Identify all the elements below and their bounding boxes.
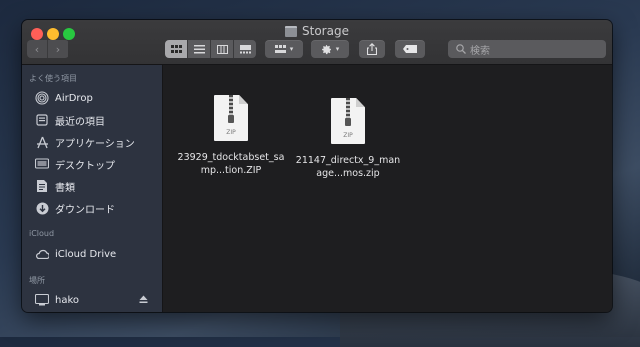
file-name: 21147_directx_9_manage...mos.zip: [295, 155, 401, 179]
nav-buttons: ‹ ›: [27, 40, 69, 58]
forward-button[interactable]: ›: [48, 40, 68, 58]
applications-icon: [35, 135, 49, 149]
sidebar-item-label: アプリケーション: [55, 138, 135, 150]
sidebar-item-hako[interactable]: hako: [35, 291, 160, 309]
sidebar: よく使う項目 AirDrop 最近の項目 アプリケーション デスクトップ 書類 …: [22, 65, 163, 312]
cloud-icon: [35, 247, 49, 261]
sidebar-item-label: hako: [55, 294, 80, 306]
file-ext-label: ZIP: [343, 132, 353, 139]
sidebar-item-label: 最近の項目: [55, 116, 105, 128]
sidebar-item-label: 書類: [55, 182, 75, 194]
chevron-down-icon: ▾: [289, 45, 294, 53]
group-icon: [274, 44, 286, 53]
recents-icon: [35, 113, 49, 127]
file-browser: ZIP 23929_tdocktabset_samp...tion.ZIP ZI…: [163, 65, 612, 312]
sidebar-item-airdrop[interactable]: AirDrop: [35, 89, 160, 107]
downloads-icon: [35, 201, 49, 215]
drive-icon: [285, 25, 298, 37]
gallery-view-button[interactable]: [234, 40, 256, 58]
sidebar-item-documents[interactable]: 書類: [35, 177, 160, 195]
gallery-view-icon: [239, 44, 251, 53]
search-input[interactable]: 検索: [448, 40, 606, 58]
column-view-icon: [216, 44, 228, 54]
file-name: 23929_tdocktabset_samp...tion.ZIP: [177, 152, 285, 176]
search-icon: [456, 44, 466, 54]
share-button[interactable]: [359, 40, 385, 58]
disk-icon: [35, 293, 49, 307]
search-placeholder: 検索: [470, 45, 490, 57]
action-button[interactable]: ▾: [311, 40, 349, 58]
sidebar-item-label: ダウンロード: [55, 204, 115, 216]
documents-icon: [35, 179, 49, 193]
view-mode-control: [165, 40, 256, 58]
zip-file-icon: ZIP: [214, 95, 248, 141]
group-by-button[interactable]: ▾: [265, 40, 303, 58]
icloud-header: iCloud: [29, 229, 55, 238]
icon-view-icon: [170, 44, 182, 53]
zip-file-icon: ZIP: [331, 98, 365, 144]
sidebar-item-icloud-drive[interactable]: iCloud Drive: [35, 245, 160, 263]
sidebar-item-label: デスクトップ: [55, 160, 115, 172]
tags-button[interactable]: [395, 40, 425, 58]
gear-icon: [321, 44, 331, 54]
sidebar-item-desktop[interactable]: デスクトップ: [35, 155, 160, 173]
sidebar-item-label: AirDrop: [55, 92, 93, 104]
column-view-button[interactable]: [211, 40, 234, 58]
eject-icon[interactable]: [139, 295, 148, 304]
chevron-down-icon: ▾: [335, 45, 340, 53]
sidebar-item-downloads[interactable]: ダウンロード: [35, 199, 160, 217]
sidebar-item-recents[interactable]: 最近の項目: [35, 111, 160, 129]
share-icon: [367, 43, 377, 55]
file-ext-label: ZIP: [226, 129, 236, 136]
sidebar-item-applications[interactable]: アプリケーション: [35, 133, 160, 151]
sidebar-item-label: iCloud Drive: [55, 248, 117, 260]
airdrop-icon: [35, 91, 49, 105]
locations-header: 場所: [29, 276, 45, 285]
title-bar: Storage ‹ › ▾ ▾ 検索: [22, 20, 612, 65]
favorites-header: よく使う項目: [29, 74, 77, 83]
icon-view-button[interactable]: [165, 40, 188, 58]
list-view-icon: [193, 44, 205, 53]
finder-window: Storage ‹ › ▾ ▾ 検索 よく使う項目 AirDrop 最近の項目 …: [22, 20, 612, 312]
window-title-group: Storage: [22, 24, 612, 38]
file-item[interactable]: ZIP 21147_directx_9_manage...mos.zip: [294, 98, 402, 180]
list-view-button[interactable]: [188, 40, 211, 58]
tag-icon: [403, 45, 417, 53]
window-title: Storage: [302, 24, 349, 38]
file-item[interactable]: ZIP 23929_tdocktabset_samp...tion.ZIP: [177, 95, 285, 177]
back-button[interactable]: ‹: [27, 40, 48, 58]
desktop-icon: [35, 157, 49, 171]
